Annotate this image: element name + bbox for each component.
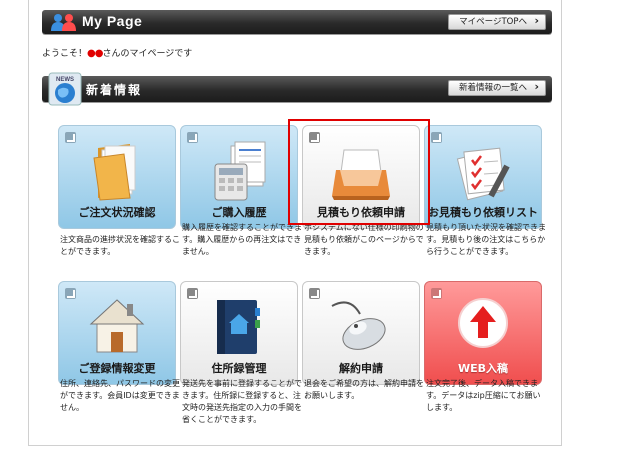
news-icon-text: NEWS bbox=[56, 77, 74, 83]
mypage-top-button[interactable]: マイページTOPへ bbox=[448, 14, 546, 30]
link-arrow-icon bbox=[65, 288, 76, 299]
news-globe-icon: NEWS bbox=[48, 72, 82, 106]
menu-purchase-history[interactable]: ご購入履歴 bbox=[180, 125, 298, 229]
menu-description: 注文商品の進捗状況を確認することができます。 bbox=[60, 235, 180, 256]
upload-arrow-icon bbox=[458, 298, 508, 348]
page-title: My Page bbox=[82, 13, 143, 29]
news-list-button[interactable]: 新着情報の一覧へ bbox=[447, 80, 546, 96]
folder-icon bbox=[93, 144, 136, 201]
link-arrow-icon bbox=[431, 132, 442, 143]
menu-description: 発送先を事前に登録することができます。住所録に登録すると、注文時の発送先指定の入… bbox=[182, 379, 302, 424]
news-header-bar: NEWS 新着情報 新着情報の一覧へ bbox=[42, 72, 552, 106]
mypage-header-bar: My Page マイページTOPへ bbox=[42, 10, 552, 34]
house-icon bbox=[89, 299, 145, 353]
menu-description: 退会をご希望の方は、解約申請をお願いします。 bbox=[304, 379, 424, 400]
menu-description: 見積もり頂いた状況を確認できます。見積もり後の注文はこちらから行うことができます… bbox=[426, 223, 546, 256]
link-arrow-icon bbox=[187, 288, 198, 299]
menu-description: 注文完了後、データ入稿できます。データはzip圧縮にてお願いします。 bbox=[426, 379, 541, 412]
mouse-icon bbox=[331, 301, 386, 350]
members-icon bbox=[51, 14, 76, 31]
menu-address-book[interactable]: 住所録管理 bbox=[180, 281, 298, 385]
menu-label: ご購入履歴 bbox=[211, 206, 267, 219]
menu-description: 購入履歴を確認することができます。購入履歴からの再注文はできません。 bbox=[182, 223, 302, 256]
menu-web-upload[interactable]: WEB入稿 bbox=[424, 281, 542, 385]
menu-label: 解約申請 bbox=[339, 362, 383, 375]
link-arrow-icon bbox=[309, 288, 320, 299]
menu-description: 住所、連絡先、パスワードの変更ができます。会員IDは変更できません。 bbox=[60, 379, 180, 412]
user-name: ●● bbox=[87, 48, 103, 59]
welcome-suffix: さんのマイページです bbox=[102, 49, 193, 59]
menu-label: ご注文状況確認 bbox=[78, 206, 156, 219]
menu-registration-change[interactable]: ご登録情報変更 bbox=[58, 281, 176, 385]
menu-label: お見積もり依頼リスト bbox=[428, 206, 538, 219]
link-arrow-icon bbox=[187, 132, 198, 143]
menu-quote-list[interactable]: お見積もり依頼リスト bbox=[424, 125, 542, 229]
link-arrow-icon bbox=[65, 132, 76, 143]
news-title: 新着情報 bbox=[86, 83, 143, 97]
menu-label: ご登録情報変更 bbox=[78, 362, 156, 375]
link-arrow-icon bbox=[431, 288, 442, 299]
address-book-icon bbox=[217, 300, 260, 354]
calculator-documents-icon bbox=[214, 141, 266, 201]
menu-label: WEB入稿 bbox=[457, 362, 509, 375]
welcome-prefix: ようこそ！ bbox=[42, 49, 88, 59]
menu-label: 住所録管理 bbox=[211, 362, 267, 375]
menu-description: ホシステムにない仕様の印刷物の見積もり依頼がこのページからできます。 bbox=[304, 223, 424, 256]
menu-order-status[interactable]: ご注文状況確認 bbox=[58, 125, 176, 229]
selection-highlight bbox=[288, 119, 430, 225]
menu-cancellation[interactable]: 解約申請 bbox=[302, 281, 420, 385]
welcome-message: ようこそ！●●さんのマイページです bbox=[42, 46, 192, 59]
checklist-icon bbox=[456, 147, 510, 201]
